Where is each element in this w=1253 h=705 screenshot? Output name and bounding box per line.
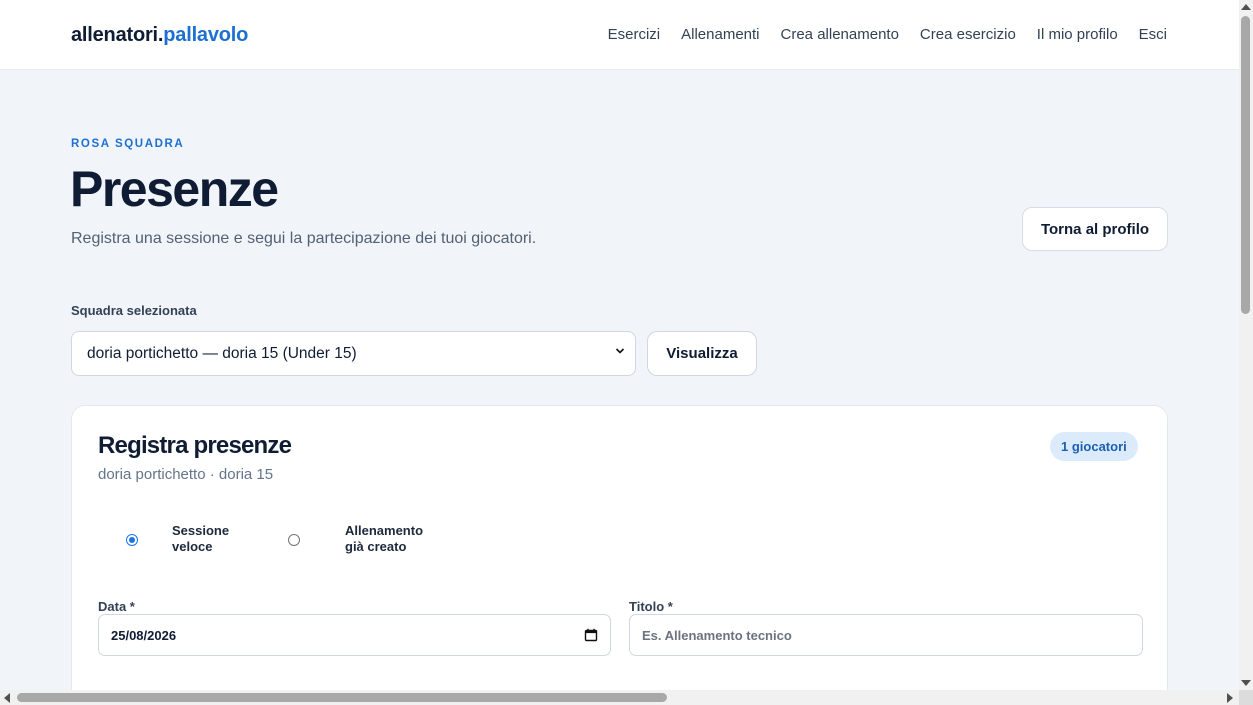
back-to-profile-button[interactable]: Torna al profilo	[1022, 207, 1168, 251]
date-input-value: 25/08/2026	[111, 627, 177, 643]
section-eyebrow: ROSA SQUADRA	[71, 138, 185, 150]
nav-link-esci[interactable]: Esci	[1139, 26, 1167, 43]
radio-quick-session-label-line1: Sessione	[172, 523, 230, 538]
card-subtitle: doria portichetto · doria 15	[98, 466, 274, 483]
top-navbar: allenatori.pallavolo Esercizi Allenament…	[0, 0, 1239, 70]
chevron-down-icon	[615, 348, 625, 354]
attendance-card: Registra presenze doria portichetto · do…	[71, 405, 1168, 690]
date-field-label: Data *	[98, 599, 135, 614]
brand-name-part1: allenatori.	[71, 24, 164, 46]
team-select[interactable]: doria portichetto — doria 15 (Under 15)	[71, 331, 636, 376]
title-input-placeholder: Es. Allenamento tecnico	[642, 627, 792, 643]
team-select-value: doria portichetto — doria 15 (Under 15)	[87, 344, 357, 362]
nav-link-il-mio-profilo[interactable]: Il mio profilo	[1037, 26, 1118, 43]
team-select-label: Squadra selezionata	[71, 303, 197, 318]
scroll-down-arrow-icon[interactable]	[1241, 680, 1251, 686]
calendar-icon[interactable]	[584, 628, 598, 642]
players-count-badge: 1 giocatori	[1050, 432, 1138, 461]
horizontal-scrollbar-thumb[interactable]	[17, 693, 667, 702]
nav-link-allenamenti[interactable]: Allenamenti	[681, 26, 759, 43]
scroll-up-arrow-icon[interactable]	[1241, 4, 1251, 10]
radio-existing-training-label-line1: Allenamento	[345, 523, 424, 538]
scroll-left-arrow-icon[interactable]	[4, 693, 10, 703]
radio-existing-training-label[interactable]: Allenamento già creato	[345, 523, 423, 555]
nav-link-crea-esercizio[interactable]: Crea esercizio	[920, 26, 1016, 43]
title-field-label: Titolo *	[629, 599, 673, 614]
scrollbar-corner	[1239, 690, 1253, 705]
main-nav: Esercizi Allenamenti Crea allenamento Cr…	[608, 26, 1167, 43]
scroll-right-arrow-icon[interactable]	[1227, 693, 1233, 703]
nav-link-crea-allenamento[interactable]: Crea allenamento	[781, 26, 899, 43]
brand-name-part2: pallavolo	[163, 24, 249, 46]
card-title: Registra presenze	[98, 432, 292, 459]
radio-quick-session-label[interactable]: Sessione veloce	[172, 523, 229, 555]
radio-existing-training-label-line2: già creato	[345, 539, 407, 554]
radio-quick-session[interactable]	[126, 534, 138, 546]
page-title: Presenze	[70, 161, 279, 217]
nav-link-esercizi[interactable]: Esercizi	[608, 26, 661, 43]
date-input[interactable]: 25/08/2026	[98, 614, 611, 656]
brand-logo[interactable]: allenatori.pallavolo	[71, 24, 248, 47]
page-subtitle: Registra una sessione e segui la parteci…	[71, 230, 537, 247]
title-input[interactable]: Es. Allenamento tecnico	[629, 614, 1143, 656]
view-team-button[interactable]: Visualizza	[647, 331, 757, 376]
page-viewport: allenatori.pallavolo Esercizi Allenament…	[0, 0, 1239, 690]
radio-existing-training[interactable]	[288, 534, 300, 546]
vertical-scrollbar-thumb[interactable]	[1241, 16, 1250, 314]
radio-quick-session-label-line2: veloce	[172, 539, 213, 554]
